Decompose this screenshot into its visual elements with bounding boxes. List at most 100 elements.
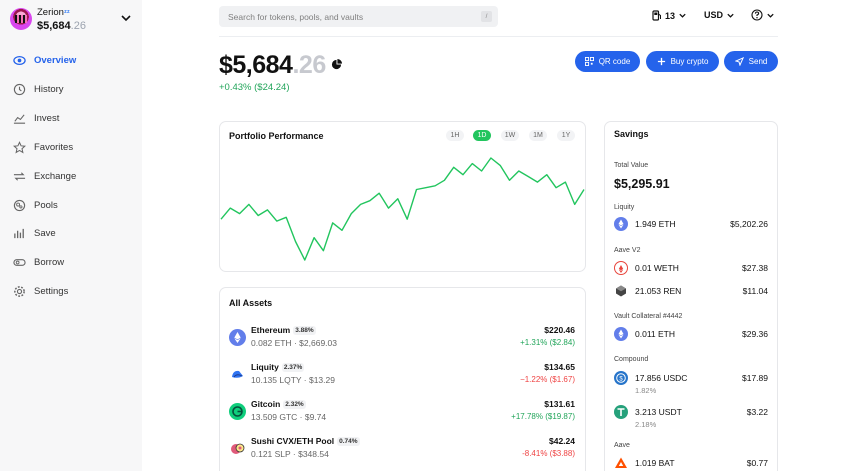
nav-item-favorites[interactable]: Favorites <box>12 137 132 157</box>
star-icon <box>12 140 26 154</box>
nav-item-overview[interactable]: Overview <box>12 50 132 70</box>
nav-item-history[interactable]: History <box>12 79 132 99</box>
asset-name: Liquity <box>251 362 279 372</box>
savings-value: $11.04 <box>742 286 768 296</box>
nav-item-invest[interactable]: Invest <box>12 108 132 128</box>
avatar <box>10 8 32 30</box>
qr-code-button[interactable]: QR code <box>575 51 640 72</box>
nav-item-save[interactable]: Save <box>12 223 132 243</box>
portfolio-change: +0.43% ($24.24) <box>219 82 290 93</box>
asset-pct: 2.37% <box>281 363 305 372</box>
savings-row[interactable]: $ 17.856 USDC 1.82% $17.89 <box>614 370 768 395</box>
asset-delta: +17.78% ($19.87) <box>511 412 575 421</box>
asset-row-liquity[interactable]: Liquity 2.37% 10.135 LQTY · $13.29 $134.6… <box>229 360 575 390</box>
asset-amount: 0.082 ETH · $2,669.03 <box>251 338 338 348</box>
currency-value: USD <box>704 10 724 20</box>
savings-row[interactable]: 0.011 ETH $29.36 <box>614 326 768 342</box>
total-value-label: Total Value <box>614 162 649 169</box>
savings-apy: 2.18% <box>635 420 657 429</box>
asset-value: $131.61 <box>544 399 575 409</box>
usdc-icon: $ <box>614 371 628 385</box>
exchange-icon <box>12 169 26 183</box>
asset-delta: −1.22% ($1.67) <box>520 375 575 384</box>
header-divider <box>219 36 778 37</box>
nav-item-label: Exchange <box>34 170 77 182</box>
asset-row-ethereum[interactable]: Ethereum 3.88% 0.082 ETH · $2,669.03 $220… <box>229 323 575 353</box>
search-input[interactable] <box>228 9 468 24</box>
account-switcher[interactable]: Zerionᶻᶻ $5,684.26 <box>10 6 135 34</box>
asset-name: Sushi CVX/ETH Pool <box>251 436 335 446</box>
savings-value: $29.36 <box>742 329 768 339</box>
savings-group-label: Liquity <box>614 204 635 211</box>
savings-group-label: Compound <box>614 356 649 363</box>
eth-icon <box>614 217 628 231</box>
nav-item-pools[interactable]: Pools <box>12 195 132 215</box>
help-icon <box>751 9 763 21</box>
bat-icon <box>614 456 628 470</box>
send-icon <box>734 57 744 66</box>
chevron-down-icon <box>767 13 774 18</box>
savings-apy: 1.82% <box>635 386 657 395</box>
savings-amount: 3.213 USDT <box>635 407 682 417</box>
period-1h[interactable]: 1H <box>446 130 464 141</box>
series-line <box>220 157 585 261</box>
nav-item-settings[interactable]: Settings <box>12 281 132 301</box>
savings-value: $5,202.26 <box>730 219 768 229</box>
send-button[interactable]: Send <box>724 51 778 72</box>
savings-group-label: Vault Collateral #4442 <box>614 313 683 320</box>
eth-icon <box>614 327 628 341</box>
nav-item-label: Save <box>34 227 56 239</box>
savings-total: $5,295.91 <box>614 177 670 191</box>
usdt-icon <box>614 405 628 419</box>
period-1y[interactable]: 1Y <box>557 130 575 141</box>
gas-price[interactable]: 13 <box>652 10 687 21</box>
period-1w[interactable]: 1W <box>501 130 519 141</box>
search-bar: / <box>219 6 498 27</box>
savings-row[interactable]: 1.949 ETH $5,202.26 <box>614 216 768 232</box>
chevron-down-icon[interactable] <box>120 12 132 24</box>
asset-delta: -8.41% ($3.88) <box>522 449 575 458</box>
savings-group-label: Aave <box>614 442 630 449</box>
fuel-icon <box>652 10 661 21</box>
savings-row[interactable]: 21.053 REN $11.04 <box>614 283 768 299</box>
plus-icon <box>657 57 666 66</box>
weth-icon <box>614 261 628 275</box>
performance-title: Portfolio Performance <box>229 131 324 141</box>
pools-icon <box>12 198 26 212</box>
savings-row[interactable]: 1.019 BAT $0.77 <box>614 455 768 471</box>
gear-icon <box>12 284 26 298</box>
asset-pct: 2.32% <box>283 400 306 409</box>
chevron-down-icon <box>727 13 734 18</box>
qr-icon <box>584 57 594 66</box>
asset-value: $220.46 <box>544 325 575 335</box>
buy-crypto-button[interactable]: Buy crypto <box>646 51 719 72</box>
account-value: $5,684.26 <box>37 20 86 32</box>
assets-title: All Assets <box>229 298 273 308</box>
currency-select[interactable]: USD <box>704 10 735 20</box>
asset-row-gitcoin[interactable]: Gitcoin 2.32% 13.509 GTC · $9.74 $131.61 … <box>229 397 575 427</box>
nav-item-label: Favorites <box>34 141 74 153</box>
asset-value: $134.65 <box>544 362 575 372</box>
asset-delta: +1.31% ($2.84) <box>520 338 575 347</box>
nav-item-label: Invest <box>34 112 60 124</box>
asset-row-sushi-pool[interactable]: Sushi CVX/ETH Pool 0.74% 0.121 SLP · $348… <box>229 434 575 464</box>
bars-icon <box>12 226 26 240</box>
sidebar: Zerionᶻᶻ $5,684.26 Overview History Inve… <box>0 0 142 471</box>
period-1m[interactable]: 1M <box>529 130 547 141</box>
savings-value: $17.89 <box>742 373 768 383</box>
savings-amount: 1.019 BAT <box>635 458 675 468</box>
period-1d[interactable]: 1D <box>473 130 491 141</box>
history-icon <box>12 82 26 96</box>
asset-amount: 0.121 SLP · $348.54 <box>251 449 329 459</box>
savings-row[interactable]: 0.01 WETH $27.38 <box>614 260 768 276</box>
help-menu[interactable] <box>751 9 775 21</box>
savings-row[interactable]: 3.213 USDT 2.18% $3.22 <box>614 404 768 429</box>
savings-value: $27.38 <box>742 263 768 273</box>
asset-amount: 10.135 LQTY · $13.29 <box>251 375 335 385</box>
nav-item-borrow[interactable]: Borrow <box>12 252 132 272</box>
asset-name: Ethereum <box>251 325 291 335</box>
gtc-icon <box>229 403 246 420</box>
pie-chart-icon[interactable] <box>331 59 342 70</box>
nav-item-exchange[interactable]: Exchange <box>12 166 132 186</box>
savings-amount: 0.01 WETH <box>635 263 679 273</box>
